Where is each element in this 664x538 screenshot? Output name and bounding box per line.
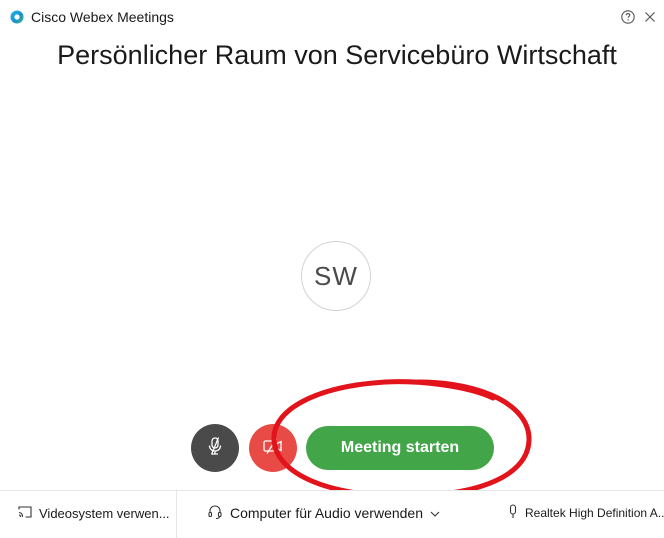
mute-button[interactable]: [191, 424, 239, 472]
avatar: SW: [301, 241, 371, 311]
webex-window: Cisco Webex Meetings Persönlicher Raum v…: [0, 0, 664, 538]
app-title: Cisco Webex Meetings: [31, 9, 174, 25]
chevron-down-icon: [430, 505, 440, 521]
video-off-icon: [261, 435, 285, 462]
room-title: Persönlicher Raum von Servicebüro Wirtsc…: [57, 40, 617, 70]
audio-connection-dropdown[interactable]: Computer für Audio verwenden: [207, 503, 440, 523]
bottom-bar: Videosystem verwen... Computer für Audio…: [0, 490, 664, 538]
avatar-initials: SW: [314, 260, 358, 291]
microphone-icon: [508, 503, 518, 523]
video-button[interactable]: [249, 424, 297, 472]
microphone-muted-icon: [204, 435, 226, 462]
cast-icon: [18, 505, 32, 521]
headset-icon: [207, 504, 223, 523]
video-system-label: Videosystem verwen...: [39, 505, 170, 521]
close-icon[interactable]: [642, 9, 658, 25]
help-icon[interactable]: [620, 9, 636, 25]
audio-connection-label: Computer für Audio verwenden: [230, 505, 423, 521]
microphone-select-button[interactable]: Realtek High Definition A...: [508, 503, 664, 523]
video-system-button[interactable]: Videosystem verwen...: [18, 503, 170, 523]
title-bar: Cisco Webex Meetings: [0, 0, 664, 34]
microphone-label: Realtek High Definition A...: [525, 506, 664, 520]
start-meeting-button[interactable]: Meeting starten: [306, 426, 494, 470]
bottom-divider: [176, 491, 177, 538]
webex-logo-icon: [10, 10, 24, 24]
